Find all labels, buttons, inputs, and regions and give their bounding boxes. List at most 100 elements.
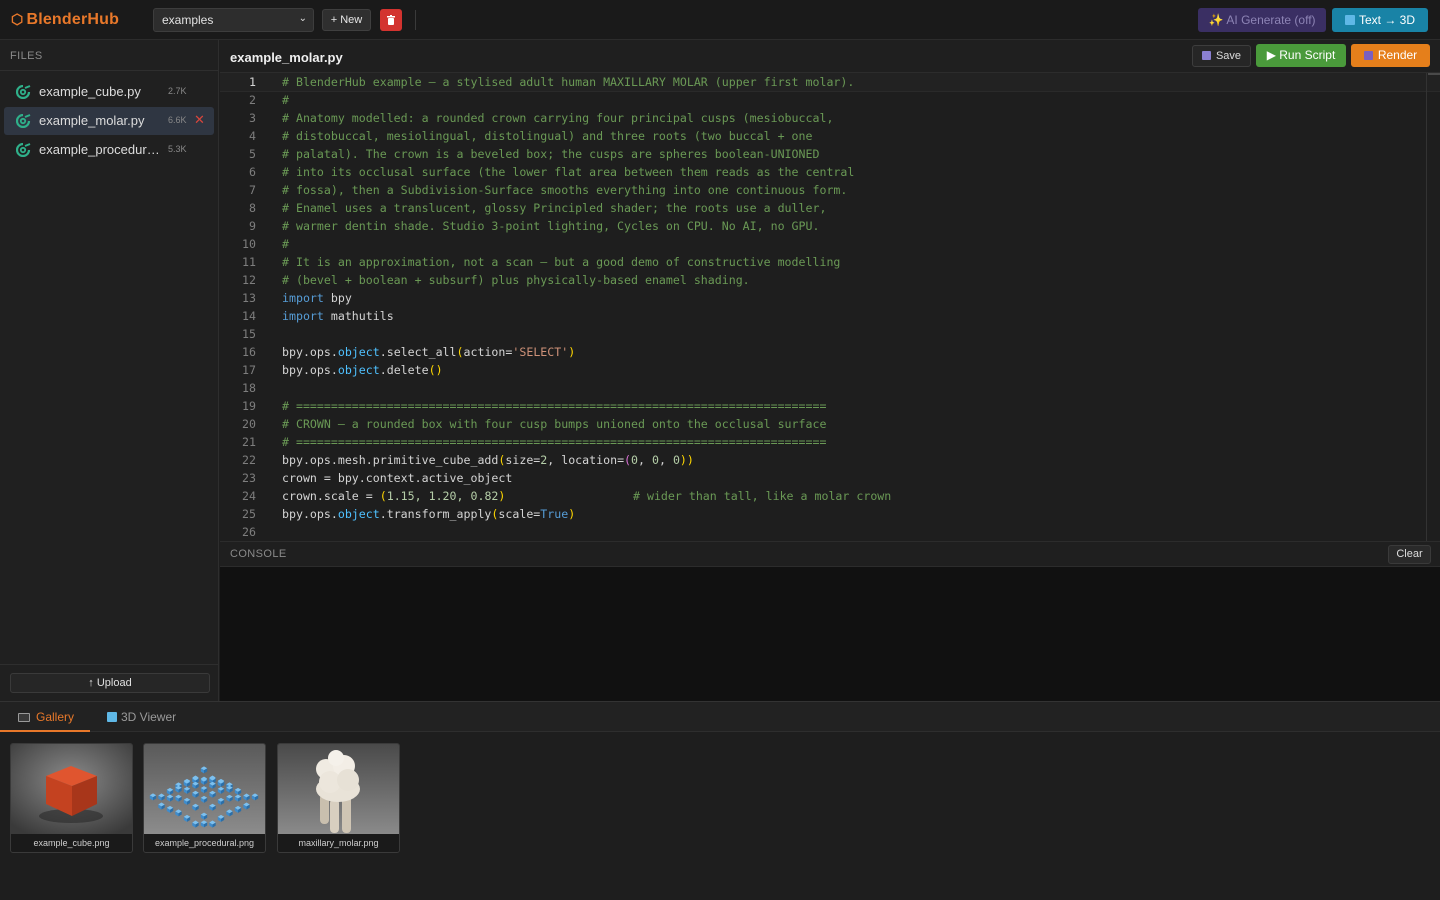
line-number: 11 (242, 255, 256, 269)
code-editor[interactable]: 1 # BlenderHub example — a stylised adult… (220, 73, 1440, 541)
text-to-3d-button[interactable]: Text → 3D (1332, 8, 1428, 32)
tab-3d-viewer[interactable]: 3D Viewer (107, 702, 176, 732)
render-thumbnail (278, 744, 399, 834)
render-thumbnail (11, 744, 132, 834)
line-number: 23 (242, 471, 256, 485)
trash-icon (387, 15, 395, 25)
line-number: 25 (242, 507, 256, 521)
line-number: 16 (242, 345, 256, 359)
delete-project-button[interactable] (380, 9, 402, 31)
bottom-tabs: Gallery 3D Viewer (0, 702, 1440, 732)
file-name: example_procedural.py (39, 142, 164, 157)
code-line: 25 bpy.ops.object.transform_apply(scale=T… (220, 505, 1440, 523)
code-line: 20 # CROWN — a rounded box with four cusp… (220, 415, 1440, 433)
files-header: FILES (0, 40, 218, 71)
python-file-icon (16, 85, 31, 99)
gallery-item[interactable]: example_procedural.png (143, 743, 266, 853)
code-line: 11 # It is an approximation, not a scan —… (220, 253, 1440, 271)
line-number: 7 (249, 183, 256, 197)
line-number: 14 (242, 309, 256, 323)
code-line: 2 # (220, 91, 1440, 109)
new-project-button[interactable]: + New (322, 9, 371, 31)
gallery-caption: example_cube.png (11, 834, 132, 852)
save-button[interactable]: Save (1192, 45, 1251, 67)
run-script-button[interactable]: ▶ Run Script (1256, 44, 1346, 67)
clear-console-button[interactable]: Clear (1388, 545, 1431, 564)
code-line: 19 # ====================================… (220, 397, 1440, 415)
file-sidebar: FILES example_cube.py 2.7K example_molar… (0, 40, 219, 701)
gallery-item[interactable]: maxillary_molar.png (277, 743, 400, 853)
file-list: example_cube.py 2.7K example_molar.py 6.… (0, 71, 218, 164)
code-line: 8 # Enamel uses a translucent, glossy Pri… (220, 199, 1440, 217)
editor-scrollbar-thumb[interactable] (1428, 73, 1440, 75)
gallery-caption: maxillary_molar.png (278, 834, 399, 852)
tab-gallery[interactable]: Gallery (0, 702, 90, 732)
ai-generate-button[interactable]: ✨ AI Generate (off) (1198, 8, 1326, 32)
code-line: 5 # palatal). The crown is a beveled box;… (220, 145, 1440, 163)
code-line: 23 crown = bpy.context.active_object (220, 469, 1440, 487)
line-number: 1 (249, 75, 256, 89)
code-line: 15 (220, 325, 1440, 343)
code-line: 14 import mathutils (220, 307, 1440, 325)
file-item-example-cube[interactable]: example_cube.py 2.7K (4, 78, 214, 106)
code-line: 17 bpy.ops.object.delete() (220, 361, 1440, 379)
code-line: 18 (220, 379, 1440, 397)
line-number: 4 (249, 129, 256, 143)
python-file-icon (16, 114, 31, 128)
line-number: 5 (249, 147, 256, 161)
project-select[interactable]: examples ⌄ (153, 8, 314, 32)
line-number: 10 (242, 237, 256, 251)
line-number: 18 (242, 381, 256, 395)
console-header: CONSOLE Clear (220, 541, 1440, 567)
upload-button[interactable]: ↑ Upload (10, 673, 210, 693)
app-logo[interactable]: ⬡ BlenderHub (11, 11, 119, 29)
line-number: 15 (242, 327, 256, 341)
code-line: 13 import bpy (220, 289, 1440, 307)
code-line: 10 # (220, 235, 1440, 253)
upload-area: ↑ Upload (0, 664, 219, 701)
console-title: CONSOLE (230, 548, 287, 560)
bottom-panel: Gallery 3D Viewer example_cube.png examp… (0, 701, 1440, 900)
gallery-item[interactable]: example_cube.png (10, 743, 133, 853)
line-number: 3 (249, 111, 256, 125)
code-line: 6 # into its occlusal surface (the lower … (220, 163, 1440, 181)
line-number: 13 (242, 291, 256, 305)
file-size: 2.7K (168, 86, 187, 96)
file-item-example-procedural[interactable]: example_procedural.py 5.3K (4, 136, 214, 164)
hexagon-logo-icon: ⬡ (11, 11, 24, 27)
file-name: example_molar.py (39, 113, 145, 128)
line-number: 6 (249, 165, 256, 179)
sparkle-icon: ✨ (1208, 13, 1224, 27)
line-number: 19 (242, 399, 256, 413)
console-output[interactable] (220, 567, 1440, 701)
gallery-caption: example_procedural.png (144, 834, 265, 852)
line-number: 2 (249, 93, 256, 107)
open-file-title: example_molar.py (230, 50, 343, 65)
chevron-down-icon: ⌄ (298, 13, 307, 24)
file-item-example-molar[interactable]: example_molar.py 6.6K ✕ (4, 107, 214, 135)
editor-scrollbar[interactable] (1426, 73, 1427, 541)
code-line: 4 # distobuccal, mesiolingual, distolingu… (220, 127, 1440, 145)
cube-icon (1344, 15, 1355, 25)
python-file-icon (16, 143, 31, 157)
line-number: 26 (242, 525, 256, 539)
render-button[interactable]: Render (1351, 44, 1430, 67)
toolbar-divider (415, 10, 416, 30)
file-name: example_cube.py (39, 84, 141, 99)
editor-header: example_molar.py Save ▶ Run Script Rende… (220, 40, 1440, 73)
line-number: 12 (242, 273, 256, 287)
close-icon[interactable]: ✕ (194, 112, 205, 128)
line-number: 21 (242, 435, 256, 449)
render-thumbnail (144, 744, 265, 834)
code-line: 24 crown.scale = (1.15, 1.20, 0.82) # wide… (220, 487, 1440, 505)
line-number: 17 (242, 363, 256, 377)
code-line: 22 bpy.ops.mesh.primitive_cube_add(size=2… (220, 451, 1440, 469)
code-line: 21 # ====================================… (220, 433, 1440, 451)
cube-icon (107, 712, 117, 722)
code-line: 26 (220, 523, 1440, 541)
gallery-icon (18, 713, 30, 722)
render-icon (1363, 51, 1373, 60)
code-line: 12 # (bevel + boolean + subsurf) plus phy… (220, 271, 1440, 289)
code-line: 3 # Anatomy modelled: a rounded crown car… (220, 109, 1440, 127)
line-number: 22 (242, 453, 256, 467)
